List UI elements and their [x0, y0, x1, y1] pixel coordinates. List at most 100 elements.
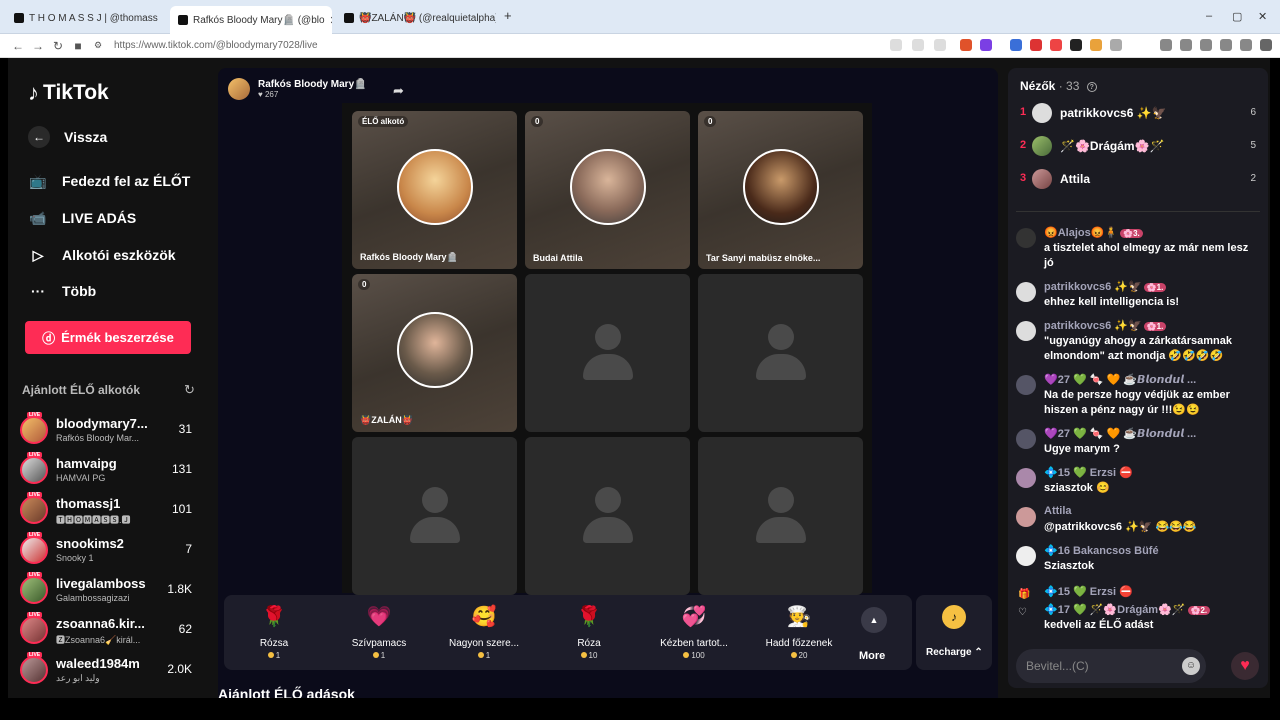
gift-item[interactable]: 🥰 Nagyon szere... 1 — [434, 601, 534, 661]
avatar — [20, 656, 48, 684]
get-coins-button[interactable]: ⓓ Érmék beszerzése — [25, 321, 191, 354]
help-icon[interactable]: ? — [1086, 81, 1097, 92]
downloads-icon[interactable] — [1220, 39, 1232, 51]
close-tab-icon[interactable]: ✕ — [330, 14, 332, 27]
empty-guest-slot[interactable] — [698, 437, 863, 595]
message-author: 💜27 💚 🍬 🧡 ☕𝘽𝙡𝙤𝙣𝙙𝙪𝙡 ... — [1044, 428, 1197, 440]
new-tab-button[interactable]: + — [504, 8, 512, 23]
vpn-icon[interactable] — [1240, 39, 1252, 51]
tiktok-logo[interactable]: ♪ TikTok — [28, 80, 109, 106]
gift-item[interactable]: 🌹 Rózsa 1 — [224, 601, 324, 661]
emoji-icon[interactable]: ☺ — [1182, 657, 1200, 675]
nav-explore-live[interactable]: 📺 Fedezd fel az ÉLŐT — [28, 171, 190, 191]
menu-icon[interactable] — [1260, 39, 1272, 51]
recharge-button[interactable]: ♪ Recharge ⌃ — [916, 595, 992, 670]
top-viewer-row[interactable]: 1 patrikkovcs6 ✨🦅 6 — [1018, 101, 1258, 125]
message-author: 💠15 💚 Erzsi ⛔ — [1044, 467, 1133, 479]
browser-tab[interactable]: T H O M A S S J | @thomass — [6, 6, 166, 30]
empty-guest-slot[interactable] — [698, 274, 863, 432]
gift-item[interactable]: 💗 Szívpamacs 1 — [329, 601, 429, 661]
creator-item[interactable]: LIVE livegalamboss Galambossagizazi 1.8K — [20, 572, 198, 608]
extension-icon[interactable] — [1050, 39, 1062, 51]
guest-tile[interactable]: 0 👹ZALÁN👹 — [352, 274, 517, 432]
screen-bottom-bar — [0, 698, 1280, 720]
reload-icon[interactable]: ↻ — [48, 39, 68, 53]
chat-panel: Nézők · 33 ? 1 patrikkovcs6 ✨🦅 6 2 🪄🌸Drá… — [1008, 68, 1268, 688]
creator-name: thomassj1 — [56, 496, 121, 511]
more-gifts-button[interactable]: More — [859, 650, 885, 662]
share-icon[interactable]: ➦ — [393, 83, 404, 99]
message-author: 💠15 💚 Erzsi ⛔ — [1044, 586, 1133, 598]
creator-item[interactable]: LIVE snookims2 Snooky 1 7 — [20, 532, 198, 568]
gift-item[interactable]: 💞 Kézben tartot... 100 — [644, 601, 744, 661]
top-viewer-row[interactable]: 3 Attila 2 — [1018, 167, 1258, 191]
wallet-icon[interactable] — [1200, 39, 1212, 51]
nav-creator-tools[interactable]: ▷ Alkotói eszközök — [28, 245, 176, 265]
top-viewer-row[interactable]: 2 🪄🌸Drágám🌸🪄 5 — [1018, 134, 1258, 158]
chat-message: 😡Alajos😡🧍 🌸3. a tisztelet ahol elmegy az … — [1016, 226, 1260, 270]
creator-item[interactable]: LIVE hamvaipg HAMVAI PG 131 — [20, 452, 198, 488]
message-text: a tisztelet ahol elmegy az már nem lesz … — [1044, 242, 1249, 269]
maximize-icon[interactable]: ▢ — [1232, 10, 1242, 23]
message-text: Ugye marym ? — [1044, 443, 1120, 455]
gift-count-badge: 0 — [704, 116, 717, 127]
placeholder-user-icon — [583, 517, 633, 543]
url-field[interactable]: https://www.tiktok.com/@bloodymary7028/l… — [114, 40, 318, 51]
gift-item[interactable]: 🌹 Róza 10 — [539, 601, 639, 661]
guest-tile[interactable]: 0 Budai Attila — [525, 111, 690, 269]
extension-icon[interactable] — [1010, 39, 1022, 51]
extension-icon[interactable] — [1030, 39, 1042, 51]
site-settings-icon[interactable]: ⚙ — [88, 40, 108, 51]
bookmark-icon[interactable]: ■ — [68, 39, 88, 53]
back-button[interactable]: ← Vissza — [28, 126, 107, 148]
extension-icon[interactable] — [934, 39, 946, 51]
creator-item[interactable]: LIVE waleed1984m وليد ابو رعد 2.0K — [20, 652, 198, 688]
nav-go-live[interactable]: 📹 LIVE ADÁS — [28, 208, 136, 228]
gift-item[interactable]: 🧑‍🍳 Hadd főzzenek 20 — [749, 601, 849, 661]
chat-message: 💜27 💚 🍬 🧡 ☕𝘽𝙡𝙤𝙣𝙙𝙪𝙡 ... Na de persze hogy… — [1016, 373, 1260, 417]
guest-avatar — [743, 149, 819, 225]
guest-tile[interactable]: 0 Tar Sanyi mabüsz elnöke... — [698, 111, 863, 269]
nav-more[interactable]: ··· Több — [28, 281, 96, 301]
tiktok-note-icon: ♪ — [28, 80, 39, 105]
media-icon[interactable] — [1160, 39, 1172, 51]
avatar — [20, 576, 48, 604]
sidebar: ♪ TikTok ← Vissza 📺 Fedezd fel az ÉLŐT 📹… — [8, 58, 208, 698]
brave-shield-icon[interactable] — [960, 39, 972, 51]
chat-message: 💠15 💚 Erzsi ⛔ sziasztok 😊 — [1016, 466, 1260, 498]
browser-tab[interactable]: 👹ZALÁN👹 (@realquietalpha) ÉLŐ — [336, 6, 496, 30]
extension-icon[interactable] — [1090, 39, 1102, 51]
live-badge: LIVE — [27, 652, 43, 658]
guest-name: Rafkós Bloody Mary🪦 — [360, 252, 458, 262]
placeholder-user-icon — [768, 324, 794, 350]
refresh-icon[interactable]: ↻ — [184, 382, 195, 398]
close-window-icon[interactable]: ✕ — [1258, 10, 1267, 23]
empty-guest-slot[interactable] — [352, 437, 517, 595]
extensions-puzzle-icon[interactable] — [1110, 39, 1122, 51]
sidebar-toggle-icon[interactable] — [1180, 39, 1192, 51]
like-heart-button[interactable]: ♥ — [1231, 652, 1259, 680]
chevron-up-icon[interactable]: ▲ — [861, 607, 887, 633]
hand-heart-gift-icon: 💞 — [681, 605, 707, 628]
creator-item[interactable]: LIVE zsoanna6.kir... 🆉Zsoanna6🧹királ... … — [20, 612, 198, 648]
brave-rewards-icon[interactable] — [980, 39, 992, 51]
empty-guest-slot[interactable] — [525, 274, 690, 432]
extension-icon[interactable] — [890, 39, 902, 51]
back-arrow-icon[interactable]: ← — [8, 39, 28, 53]
browser-tab-active[interactable]: Rafkós Bloody Mary🪦 (@blo ✕ — [170, 6, 332, 34]
extension-icon[interactable] — [912, 39, 924, 51]
chat-message: patrikkovcs6 ✨🦅 🌸1. "ugyanúgy ahogy a zár… — [1016, 319, 1260, 363]
empty-guest-slot[interactable] — [525, 437, 690, 595]
creator-item[interactable]: LIVE bloodymary7... Rafkós Bloody Mar...… — [20, 412, 198, 448]
host-info[interactable]: Rafkós Bloody Mary🪦 ♥ 267 — [228, 78, 367, 100]
forward-arrow-icon[interactable]: → — [28, 39, 48, 53]
message-author: patrikkovcs6 ✨🦅 — [1044, 281, 1142, 293]
chat-input[interactable] — [1026, 658, 1176, 674]
tiktok-favicon-icon — [178, 15, 188, 25]
guest-tile-host[interactable]: ÉLŐ alkotó Rafkós Bloody Mary🪦 — [352, 111, 517, 269]
live-badge: LIVE — [27, 572, 43, 578]
extension-icon[interactable] — [1070, 39, 1082, 51]
minimize-icon[interactable]: – — [1206, 10, 1212, 22]
creator-item[interactable]: LIVE thomassj1 🆃🅷🅾🅼🅰🆂🆂.🅹 101 — [20, 492, 198, 528]
viewer-count: 101 — [171, 502, 192, 516]
